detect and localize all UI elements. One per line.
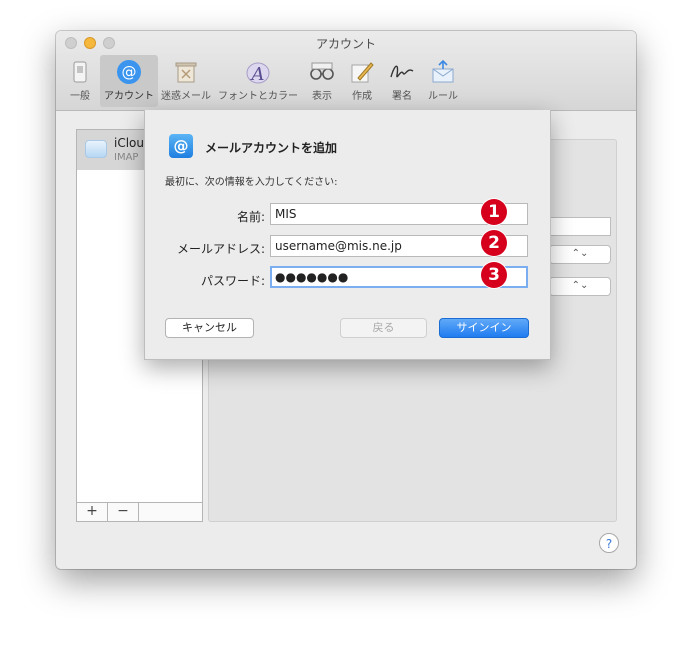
toolbar-general[interactable]: 一般 [60,55,100,107]
window-title: アカウント [315,37,376,51]
remove-account-button[interactable]: − [108,503,139,521]
toolbar-label: フォントとカラー [218,91,298,102]
toolbar-junk[interactable]: 迷惑メール [158,55,214,107]
font-icon: A [246,62,270,85]
at-icon: @ [169,134,193,158]
password-label: パスワード: [200,274,265,288]
detail-select[interactable]: ⌃⌄ [549,277,611,296]
pencil-icon [351,62,374,83]
toolbar-label: 表示 [312,91,332,102]
toolbar-compose[interactable]: 作成 [342,55,382,107]
name-label: 名前: [236,210,265,224]
toolbar-label: 一般 [70,91,90,102]
cancel-button[interactable]: キャンセル [165,318,254,338]
toolbar-accounts[interactable]: @ アカウント [100,55,158,107]
switch-icon [73,61,87,83]
toolbar-label: アカウント [104,91,154,102]
step-badge-2: 2 [481,230,507,256]
cloud-icon [85,140,107,158]
add-account-sheet: @ メールアカウントを追加 最初に、次の情報を入力してください: 名前: 1 メ… [144,110,551,360]
signature-icon [390,65,414,78]
at-icon: @ [117,60,141,84]
back-button[interactable]: 戻る [340,318,427,338]
account-type: IMAP [114,152,139,163]
titlebar: アカウント 一般 @ アカウント 迷惑メール A フォントとカラー 表示 作成 … [56,31,636,111]
sheet-subtitle: 最初に、次の情報を入力してください: [165,177,338,188]
toolbar-label: ルール [428,91,458,102]
step-badge-3: 3 [481,262,507,288]
email-label: メールアドレス: [176,242,265,256]
rules-icon [432,59,454,83]
detail-select[interactable]: ⌃⌄ [549,245,611,264]
toolbar-view[interactable]: 表示 [302,55,342,107]
step-badge-1: 1 [481,199,507,225]
toolbar: 一般 @ アカウント 迷惑メール A フォントとカラー 表示 作成 署名 ルール [60,55,464,107]
toolbar-label: 作成 [352,91,372,102]
add-account-button[interactable]: + [77,503,108,521]
toolbar-label: 署名 [392,91,412,102]
account-name: iClou [114,136,144,150]
toolbar-label: 迷惑メール [161,91,211,102]
account-list-footer: + − [77,502,202,521]
svg-text:A: A [250,64,265,85]
sign-in-button[interactable]: サインイン [439,318,529,338]
toolbar-signatures[interactable]: 署名 [382,55,422,107]
glasses-icon [310,62,334,80]
toolbar-rules[interactable]: ルール [422,55,464,107]
sheet-title: メールアカウントを追加 [205,141,338,155]
svg-text:@: @ [122,63,137,81]
toolbar-fonts-colors[interactable]: A フォントとカラー [214,55,302,107]
trash-icon [175,62,197,83]
detail-input[interactable] [549,217,611,236]
help-button[interactable]: ? [599,533,619,553]
